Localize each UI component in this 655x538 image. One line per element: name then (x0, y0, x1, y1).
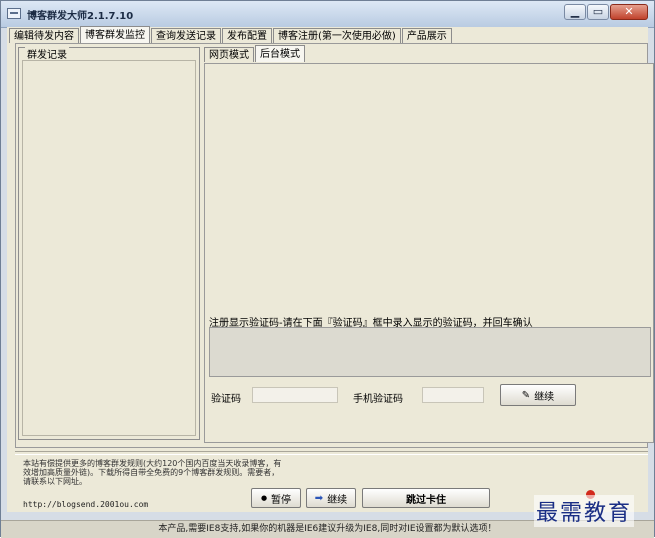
close-button[interactable]: ✕ (610, 4, 648, 20)
app-window: 博客群发大师2.1.7.10 ▁ ▭ ✕ 编辑待发内容 博客群发监控 查询发送记… (0, 0, 655, 538)
send-log-list[interactable] (22, 60, 196, 436)
tab-publish-config[interactable]: 发布配置 (222, 28, 272, 43)
tab-monitor[interactable]: 博客群发监控 (80, 26, 150, 43)
separator (15, 451, 648, 455)
skip-stuck-button[interactable]: 跳过卡住 (362, 488, 490, 508)
restore-button[interactable]: ▭ (587, 4, 609, 20)
app-icon (7, 8, 21, 19)
continue-label: 继续 (327, 494, 348, 506)
captcha-continue-button[interactable]: ✎ 继续 (500, 384, 576, 406)
browser-view[interactable] (206, 65, 652, 313)
main-tabs: 编辑待发内容 博客群发监控 查询发送记录 发布配置 博客注册(第一次使用必做) … (9, 26, 453, 44)
continue-button[interactable]: ➡ 继续 (306, 488, 356, 508)
tab-blog-register[interactable]: 博客注册(第一次使用必做) (273, 28, 401, 43)
pause-icon: ● (260, 494, 268, 502)
notice-text: 本站有偿提供更多的博客群发规则(大约120个国内百度当天收录博客，有效增加高质量… (23, 459, 282, 486)
captcha-code-input[interactable] (252, 387, 338, 403)
minimize-button[interactable]: ▁ (564, 4, 586, 20)
pause-button[interactable]: ● 暂停 (251, 488, 301, 508)
mode-tabs: 网页模式 后台模式 (204, 45, 306, 63)
send-log-group: 群发记录 (18, 46, 200, 440)
pause-label: 暂停 (271, 494, 292, 506)
tab-web-mode[interactable]: 网页模式 (204, 47, 254, 62)
captcha-code-label: 验证码 (211, 394, 241, 405)
tab-products[interactable]: 产品展示 (401, 28, 452, 43)
watermark: 最需教育 (534, 495, 635, 527)
tab-edit-content[interactable]: 编辑待发内容 (9, 28, 79, 43)
phone-code-input[interactable] (422, 387, 484, 403)
title-bar[interactable]: 博客群发大师2.1.7.10 ▁ ▭ ✕ (1, 1, 654, 28)
website-url[interactable]: http://blogsend.2001ou.com (23, 500, 148, 509)
tab-background-mode[interactable]: 后台模式 (255, 45, 305, 62)
tab-send-records[interactable]: 查询发送记录 (151, 28, 221, 43)
captcha-image-area (209, 327, 651, 377)
window-title: 博客群发大师2.1.7.10 (27, 11, 134, 22)
send-log-legend: 群发记录 (25, 46, 69, 61)
captcha-continue-label: 继续 (534, 391, 555, 403)
window-controls: ▁ ▭ ✕ (563, 4, 648, 20)
phone-code-label: 手机验证码 (353, 394, 403, 405)
arrow-right-icon: ➡ (314, 492, 324, 504)
mode-panel: 注册显示验证码-请在下面『验证码』框中录入显示的验证码，并回车确认 验证码 手机… (204, 63, 654, 443)
pencil-icon: ✎ (521, 389, 531, 401)
